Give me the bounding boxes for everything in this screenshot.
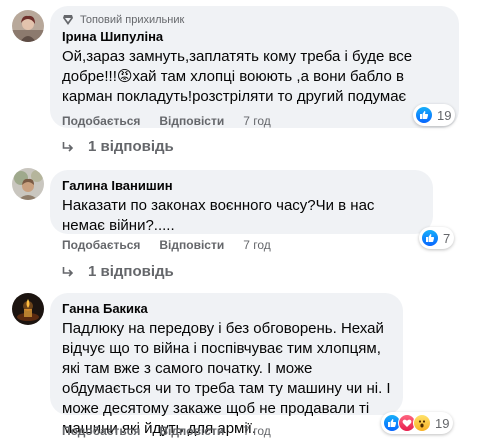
like-button[interactable]: Подобається — [62, 238, 140, 252]
reply-arrow-icon — [62, 266, 74, 277]
view-replies-label: 1 відповідь — [88, 138, 174, 155]
comment-actions: Подобається Відповісти 7 год — [62, 238, 290, 252]
comment-timestamp[interactable]: 7 год — [243, 424, 271, 438]
reaction-count: 19 — [437, 107, 452, 123]
comment-actions: Подобається Відповісти 7 год — [62, 424, 290, 438]
comment-author[interactable]: Галина Іванишин — [62, 178, 421, 194]
comment-text: Наказати по законах воєнного часу?Чи в н… — [62, 197, 375, 234]
wow-icon — [413, 414, 431, 432]
comment-text: Падлюку на передову і без обговорень. Не… — [62, 320, 391, 437]
comment-actions: Подобається Відповісти 7 год — [62, 114, 290, 128]
like-icon — [415, 106, 433, 124]
view-replies-label: 1 відповідь — [88, 263, 174, 280]
like-icon — [421, 229, 439, 247]
view-replies-button[interactable]: 1 відповідь — [62, 138, 174, 155]
reply-button[interactable]: Відповісти — [159, 424, 224, 438]
comment-timestamp[interactable]: 7 год — [243, 238, 271, 252]
reaction-summary[interactable]: 19 — [381, 412, 454, 434]
like-button[interactable]: Подобається — [62, 114, 140, 128]
comment-author[interactable]: Ірина Шипуліна — [62, 29, 447, 45]
avatar[interactable] — [12, 10, 44, 42]
comment-timestamp[interactable]: 7 год — [243, 114, 271, 128]
comment-bubble: Топовий прихильник Ірина Шипуліна Ой,зар… — [50, 6, 459, 128]
reply-button[interactable]: Відповісти — [159, 114, 224, 128]
comment-bubble: Ганна Бакика Падлюку на передову і без о… — [50, 293, 403, 437]
comment-bubble: Галина Іванишин Наказати по законах воєн… — [50, 170, 433, 234]
view-replies-button[interactable]: 1 відповідь — [62, 263, 174, 280]
avatar[interactable] — [12, 293, 44, 325]
comment-author[interactable]: Ганна Бакика — [62, 301, 391, 317]
reaction-summary[interactable]: 7 — [419, 227, 455, 249]
reply-arrow-icon — [62, 141, 74, 152]
top-fan-badge: Топовий прихильник — [62, 14, 447, 26]
comment-text: Ой,зараз замнуть,заплатять кому треба і … — [62, 48, 413, 105]
like-button[interactable]: Подобається — [62, 424, 140, 438]
reaction-count: 7 — [443, 230, 451, 246]
top-fan-badge-icon — [63, 15, 73, 25]
reaction-summary[interactable]: 19 — [413, 104, 456, 126]
reply-button[interactable]: Відповісти — [159, 238, 224, 252]
reaction-count: 19 — [435, 415, 450, 431]
top-fan-label: Топовий прихильник — [80, 14, 185, 26]
avatar[interactable] — [12, 168, 44, 200]
